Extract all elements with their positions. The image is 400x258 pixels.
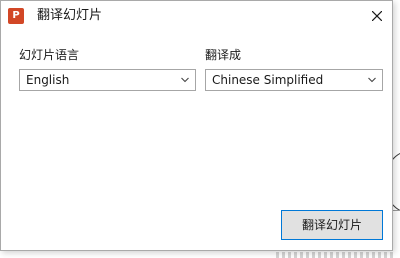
close-icon xyxy=(372,11,382,21)
target-language-label: 翻译成 xyxy=(205,48,242,62)
close-button[interactable] xyxy=(362,1,392,31)
chevron-down-icon xyxy=(368,77,376,83)
target-language-value: Chinese Simplified xyxy=(212,73,324,87)
source-language-value: English xyxy=(26,73,70,87)
target-language-select[interactable]: Chinese Simplified xyxy=(205,69,383,91)
background-text-fragment xyxy=(276,252,396,258)
dialog-title: 翻译幻灯片 xyxy=(37,8,103,23)
source-language-select[interactable]: English xyxy=(19,69,196,91)
translate-slides-dialog: P 翻译幻灯片 幻灯片语言 English 翻译成 Chinese Simpli… xyxy=(0,0,393,251)
translate-slides-button[interactable]: 翻译幻灯片 xyxy=(281,210,383,240)
screen: P 翻译幻灯片 幻灯片语言 English 翻译成 Chinese Simpli… xyxy=(0,0,400,258)
chevron-down-icon xyxy=(181,77,189,83)
powerpoint-icon: P xyxy=(8,8,24,24)
title-bar: P 翻译幻灯片 xyxy=(1,1,392,31)
source-language-label: 幻灯片语言 xyxy=(19,48,80,62)
